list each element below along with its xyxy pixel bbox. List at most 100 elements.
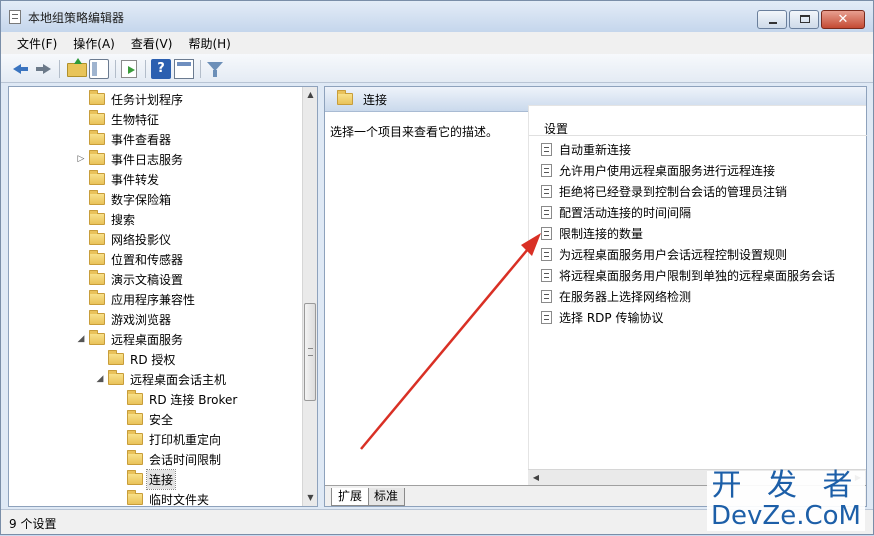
tree-item-label: 连接 — [145, 468, 177, 490]
tree-expander-icon[interactable]: ◢ — [94, 373, 106, 385]
menu-action[interactable]: 操作(A) — [65, 35, 123, 52]
tree-item-label: RD 连接 Broker — [149, 392, 238, 407]
tree-item[interactable]: 网络投影仪 — [75, 229, 173, 249]
tab-extended[interactable]: 扩展 — [331, 488, 370, 506]
tree-item-label: 搜索 — [111, 212, 136, 227]
folder-icon — [127, 450, 143, 465]
window-controls: ✕ — [757, 10, 865, 29]
policy-setting-icon — [541, 184, 552, 198]
export-list-icon[interactable] — [121, 60, 137, 78]
tree-item[interactable]: ◢ 远程桌面会话主机 — [94, 369, 228, 389]
tree-expander-icon[interactable]: ▷ — [75, 153, 87, 165]
setting-item-label: 配置活动连接的时间间隔 — [559, 205, 692, 220]
menu-view[interactable]: 查看(V) — [123, 35, 181, 52]
scroll-down-icon[interactable]: ▼ — [303, 490, 318, 506]
setting-item-label: 为远程桌面服务用户会话远程控制设置规则 — [559, 247, 788, 262]
folder-icon — [89, 110, 105, 125]
setting-item[interactable]: 自动重新连接 — [541, 139, 631, 159]
tree-item[interactable]: 事件转发 — [75, 169, 161, 189]
tree-item[interactable]: 打印机重定向 — [113, 429, 223, 449]
status-text: 9 个设置 — [9, 517, 57, 531]
console-tree-icon[interactable] — [89, 59, 109, 79]
setting-item[interactable]: 在服务器上选择网络检测 — [541, 286, 691, 306]
setting-item[interactable]: 选择 RDP 传输协议 — [541, 307, 663, 327]
tree-expander-icon — [75, 253, 87, 265]
policy-setting-icon — [541, 268, 552, 282]
policy-setting-icon — [541, 289, 552, 303]
tree-item[interactable]: 演示文稿设置 — [75, 269, 185, 289]
tree-expander-icon — [75, 113, 87, 125]
details-title: 连接 — [363, 92, 388, 107]
folder-icon — [89, 230, 105, 245]
policy-setting-icon — [541, 142, 552, 156]
scroll-up-icon[interactable]: ▲ — [303, 87, 318, 103]
setting-item[interactable]: 将远程桌面服务用户限制到单独的远程桌面服务会话 — [541, 265, 835, 285]
toolbar-separator — [145, 60, 146, 78]
settings-list[interactable]: 设置 自动重新连接 允许用户使用远程桌面服务进行远程连接拒绝将已经登录到控制台会话… — [528, 105, 867, 485]
tree-expander-icon[interactable]: ◢ — [75, 333, 87, 345]
maximize-button[interactable] — [789, 10, 819, 29]
minimize-icon — [769, 22, 777, 24]
title-bar[interactable]: 本地组策略编辑器 ✕ — [1, 1, 873, 32]
grip-icon — [308, 348, 313, 356]
tree-item[interactable]: 应用程序兼容性 — [75, 289, 197, 309]
close-icon: ✕ — [837, 12, 849, 27]
folder-icon — [89, 190, 105, 205]
scrollbar-thumb[interactable] — [304, 303, 316, 401]
tree-expander-icon — [75, 213, 87, 225]
tree-item[interactable]: 游戏浏览器 — [75, 309, 173, 329]
setting-item-label: 限制连接的数量 — [559, 226, 644, 241]
setting-item[interactable]: 限制连接的数量 — [541, 223, 643, 243]
folder-up-icon[interactable] — [67, 58, 87, 77]
tree-item[interactable]: RD 连接 Broker — [113, 389, 239, 409]
menu-file[interactable]: 文件(F) — [9, 35, 65, 52]
tree-item-label: 事件转发 — [111, 172, 160, 187]
tree-item[interactable]: 连接 — [113, 468, 177, 490]
setting-item[interactable]: 为远程桌面服务用户会话远程控制设置规则 — [541, 244, 787, 264]
folder-icon — [89, 130, 105, 145]
folder-icon — [89, 310, 105, 325]
tree-item[interactable]: 安全 — [113, 409, 175, 429]
watermark-logo: 开 发 者 DevZe.CoM — [707, 471, 865, 531]
column-header-setting[interactable]: 设置 — [529, 106, 867, 136]
setting-item-label: 拒绝将已经登录到控制台会话的管理员注销 — [559, 184, 788, 199]
scroll-left-icon[interactable]: ◀ — [528, 470, 544, 486]
properties-icon[interactable] — [174, 59, 194, 79]
tree-item[interactable]: 任务计划程序 — [75, 89, 185, 109]
tree-item-label: 临时文件夹 — [149, 492, 210, 507]
tree-item-label: 游戏浏览器 — [111, 312, 172, 327]
setting-item[interactable]: 配置活动连接的时间间隔 — [541, 202, 691, 222]
minimize-button[interactable] — [757, 10, 787, 29]
tree-item[interactable]: 数字保险箱 — [75, 189, 173, 209]
console-tree[interactable]: 任务计划程序生物特征事件查看器 ▷ 事件日志服务事件转发数字保险箱搜索网络投影仪位置… — [8, 86, 318, 507]
tree-vertical-scrollbar[interactable]: ▲ ▼ — [302, 87, 317, 506]
filter-icon[interactable] — [205, 59, 225, 79]
tree-item[interactable]: 搜索 — [75, 209, 137, 229]
setting-item[interactable]: 拒绝将已经登录到控制台会话的管理员注销 — [541, 181, 787, 201]
tree-expander-icon — [75, 273, 87, 285]
app-icon — [9, 10, 21, 24]
tree-item-label: 远程桌面会话主机 — [130, 372, 227, 387]
tree-item[interactable]: ▷ 事件日志服务 — [75, 149, 185, 169]
close-button[interactable]: ✕ — [821, 10, 865, 29]
tree-expander-icon — [113, 453, 125, 465]
tree-item-label: 应用程序兼容性 — [111, 292, 196, 307]
tree-item[interactable]: 生物特征 — [75, 109, 161, 129]
forward-arrow-icon[interactable] — [33, 59, 53, 79]
tree-item[interactable]: ◢ 远程桌面服务 — [75, 329, 185, 349]
tree-item[interactable]: 临时文件夹 — [113, 489, 211, 509]
tree-item[interactable]: 会话时间限制 — [113, 449, 223, 469]
setting-item[interactable]: 允许用户使用远程桌面服务进行远程连接 — [541, 160, 775, 180]
tree-item-label: 生物特征 — [111, 112, 160, 127]
menu-bar: 文件(F) 操作(A) 查看(V) 帮助(H) — [1, 32, 873, 54]
help-icon[interactable]: ? — [151, 59, 171, 79]
tree-item[interactable]: 事件查看器 — [75, 129, 173, 149]
toolbar: ? — [1, 54, 873, 83]
back-arrow-icon[interactable] — [11, 59, 31, 79]
tree-item-label: 网络投影仪 — [111, 232, 172, 247]
tree-item[interactable]: RD 授权 — [94, 349, 177, 369]
menu-help[interactable]: 帮助(H) — [180, 35, 238, 52]
tree-expander-icon — [75, 93, 87, 105]
tab-standard[interactable]: 标准 — [367, 488, 406, 506]
tree-item[interactable]: 位置和传感器 — [75, 249, 185, 269]
